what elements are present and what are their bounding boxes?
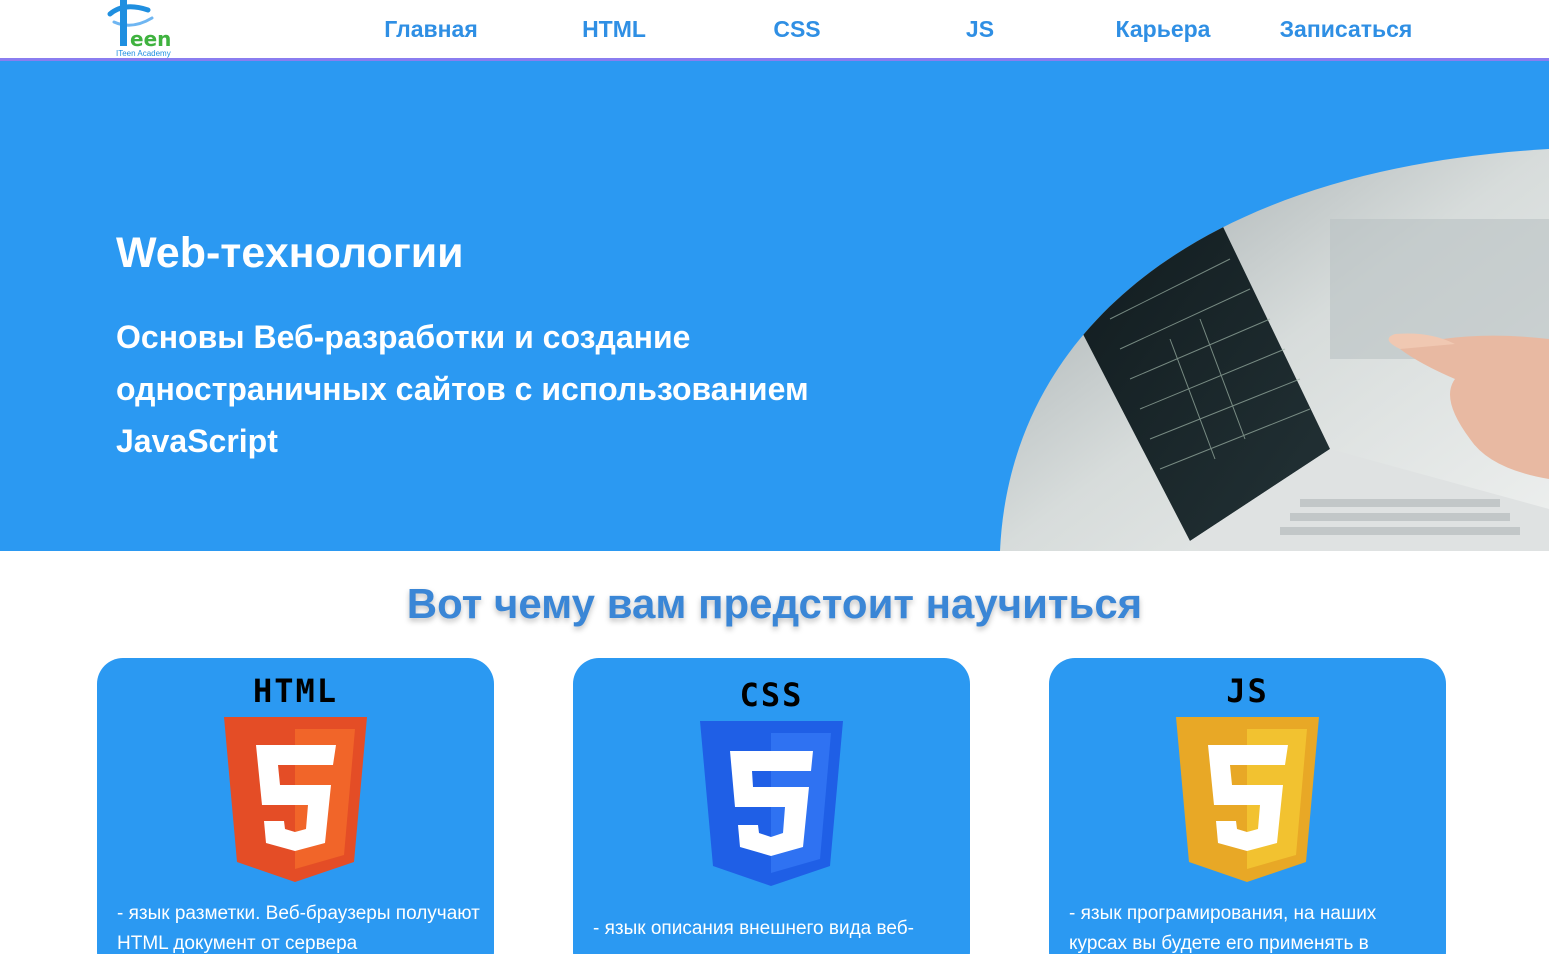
card-label: CSS xyxy=(739,676,804,714)
hero-banner: Web-технологии Основы Веб-разработки и с… xyxy=(0,61,1549,551)
hero-laptop-image xyxy=(1000,149,1549,551)
card-description: - язык описания внешнего вида веб- xyxy=(593,918,914,939)
site-header: een ITeen Academy Главная HTML CSS JS Ка… xyxy=(0,0,1549,58)
nav-link-home[interactable]: Главная xyxy=(384,14,478,44)
section-title: Вот чему вам предстоит научиться xyxy=(406,580,1143,627)
card-css: CSS - язык описания внешнего вида веб- xyxy=(573,658,970,954)
card-js: JS - язык програмирования, на наших курс… xyxy=(1049,658,1446,954)
nav-link-js[interactable]: JS xyxy=(966,14,994,44)
main-nav: Главная HTML CSS JS Карьера Записаться xyxy=(0,0,1549,58)
card-description: - язык разметки. Веб-браузеры получают H… xyxy=(117,903,480,954)
card-label: JS xyxy=(1226,672,1269,710)
nav-link-signup[interactable]: Записаться xyxy=(1280,14,1413,44)
card-description: - язык програмирования, на наших курсах … xyxy=(1069,903,1377,954)
hero-subtitle: Основы Веб-разработки и создание одностр… xyxy=(116,319,809,459)
nav-link-career[interactable]: Карьера xyxy=(1116,14,1211,44)
nav-link-html[interactable]: HTML xyxy=(582,14,646,44)
nav-link-css[interactable]: CSS xyxy=(773,14,820,44)
hero-title: Web-технологии xyxy=(116,229,464,277)
js-shield-icon xyxy=(1176,717,1319,882)
card-html: HTML - язык разметки. Веб-браузеры получ… xyxy=(97,658,494,954)
html5-shield-icon xyxy=(224,717,367,882)
css3-shield-icon xyxy=(700,721,843,886)
card-label: HTML xyxy=(252,672,339,710)
